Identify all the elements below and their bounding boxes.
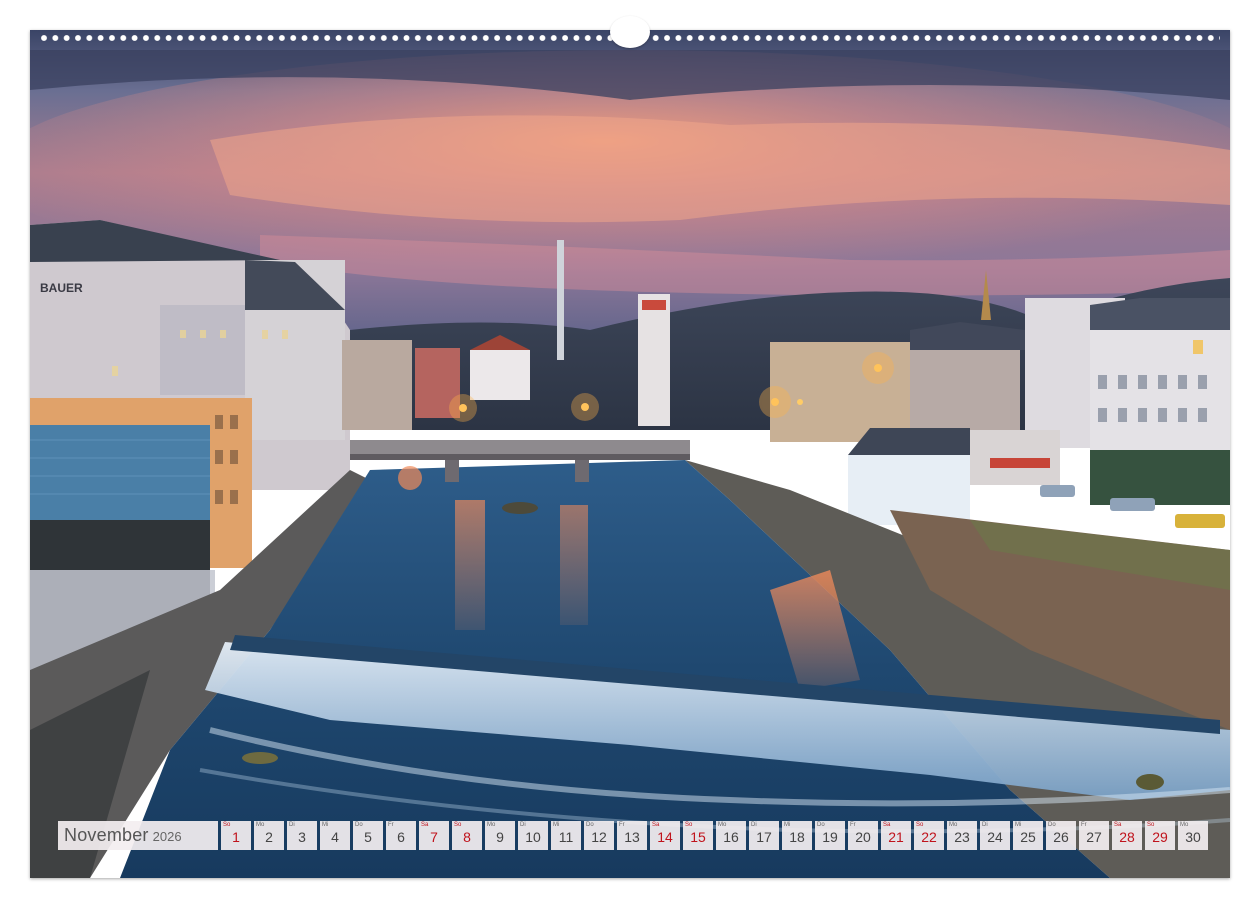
weekday-abbr: So — [916, 822, 924, 828]
weekday-abbr: Mi — [322, 822, 329, 828]
weekday-abbr: Fr — [619, 822, 625, 828]
weekday-abbr: Mi — [784, 822, 791, 828]
day-number: 29 — [1152, 829, 1168, 845]
weekday-abbr: Di — [751, 822, 757, 828]
day-number: 1 — [232, 829, 240, 845]
weekday-abbr: Mi — [1015, 822, 1022, 828]
day-number: 14 — [657, 829, 673, 845]
calendar-strip: November 2026 So 1 Mo 2 Di 3 Mi 4 Do 5 Fr 6 Sa 7 So 8 Mo… — [58, 821, 1208, 850]
day-cell: Di 10 — [518, 821, 548, 850]
day-number: 11 — [558, 829, 574, 845]
day-cells: So 1 Mo 2 Di 3 Mi 4 Do 5 Fr 6 Sa 7 So 8 Mo 9 Di 10 Mi 11 Do 12 F… — [221, 821, 1208, 850]
day-number: 10 — [525, 829, 541, 845]
day-cell: Sa 28 — [1112, 821, 1142, 850]
day-cell: So 22 — [914, 821, 944, 850]
weekday-abbr: Sa — [1114, 822, 1122, 828]
day-cell: Mi 18 — [782, 821, 812, 850]
day-cell: Mo 30 — [1178, 821, 1208, 850]
day-number: 26 — [1053, 829, 1069, 845]
day-cell: Do 19 — [815, 821, 845, 850]
calendar-page: BAUER — [30, 30, 1230, 878]
weekday-abbr: Sa — [421, 822, 429, 828]
day-number: 5 — [364, 829, 372, 845]
day-number: 7 — [430, 829, 438, 845]
weekday-abbr: Di — [289, 822, 295, 828]
weekday-abbr: So — [223, 822, 231, 828]
day-cell: So 15 — [683, 821, 713, 850]
day-cell: Do 5 — [353, 821, 383, 850]
day-number: 22 — [921, 829, 937, 845]
day-cell: Do 26 — [1046, 821, 1076, 850]
weekday-abbr: Mo — [718, 822, 727, 828]
day-cell: Sa 7 — [419, 821, 449, 850]
day-number: 6 — [397, 829, 405, 845]
weekday-abbr: Fr — [1081, 822, 1087, 828]
weekday-abbr: Mi — [553, 822, 560, 828]
day-number: 25 — [1020, 829, 1036, 845]
day-number: 30 — [1185, 829, 1201, 845]
weekday-abbr: Do — [355, 822, 363, 828]
weekday-abbr: So — [1147, 822, 1155, 828]
weekday-abbr: Fr — [388, 822, 394, 828]
weekday-abbr: Mo — [487, 822, 496, 828]
day-number: 27 — [1086, 829, 1102, 845]
year: 2026 — [152, 829, 182, 844]
day-cell: Do 12 — [584, 821, 614, 850]
day-number: 24 — [987, 829, 1003, 845]
day-cell: Fr 27 — [1079, 821, 1109, 850]
day-cell: Fr 6 — [386, 821, 416, 850]
weekday-abbr: Sa — [652, 822, 660, 828]
day-cell: Fr 20 — [848, 821, 878, 850]
day-number: 18 — [789, 829, 805, 845]
day-cell: Fr 13 — [617, 821, 647, 850]
weekday-abbr: Fr — [850, 822, 856, 828]
weekday-abbr: Mo — [949, 822, 958, 828]
month-name: November — [64, 825, 149, 845]
day-number: 21 — [888, 829, 904, 845]
day-cell: Mi 11 — [551, 821, 581, 850]
day-cell: Di 24 — [980, 821, 1010, 850]
day-number: 20 — [855, 829, 871, 845]
weekday-abbr: Di — [982, 822, 988, 828]
svg-text:BAUER: BAUER — [40, 281, 83, 295]
river-town-dusk-photo: BAUER — [30, 30, 1230, 878]
day-number: 8 — [463, 829, 471, 845]
day-cell: Mi 4 — [320, 821, 350, 850]
day-cell: So 8 — [452, 821, 482, 850]
weekday-abbr: Do — [1048, 822, 1056, 828]
month-label: November 2026 — [58, 821, 218, 850]
weekday-abbr: Do — [817, 822, 825, 828]
day-cell: Sa 21 — [881, 821, 911, 850]
day-number: 2 — [265, 829, 273, 845]
day-number: 13 — [624, 829, 640, 845]
day-number: 17 — [756, 829, 772, 845]
day-cell: Mo 23 — [947, 821, 977, 850]
day-number: 19 — [822, 829, 838, 845]
weekday-abbr: Mo — [1180, 822, 1189, 828]
day-number: 15 — [690, 829, 706, 845]
day-cell: Di 3 — [287, 821, 317, 850]
day-cell: Mo 16 — [716, 821, 746, 850]
day-cell: So 29 — [1145, 821, 1175, 850]
day-cell: So 1 — [221, 821, 251, 850]
day-number: 28 — [1119, 829, 1135, 845]
weekday-abbr: Sa — [883, 822, 891, 828]
day-number: 4 — [331, 829, 339, 845]
day-cell: Di 17 — [749, 821, 779, 850]
weekday-abbr: Mo — [256, 822, 265, 828]
day-cell: Mo 2 — [254, 821, 284, 850]
day-number: 9 — [496, 829, 504, 845]
day-number: 23 — [954, 829, 970, 845]
day-cell: Sa 14 — [650, 821, 680, 850]
day-number: 16 — [723, 829, 739, 845]
day-number: 12 — [591, 829, 607, 845]
day-number: 3 — [298, 829, 306, 845]
day-cell: Mi 25 — [1013, 821, 1043, 850]
weekday-abbr: So — [454, 822, 462, 828]
weekday-abbr: Do — [586, 822, 594, 828]
weekday-abbr: So — [685, 822, 693, 828]
weekday-abbr: Di — [520, 822, 526, 828]
day-cell: Mo 9 — [485, 821, 515, 850]
